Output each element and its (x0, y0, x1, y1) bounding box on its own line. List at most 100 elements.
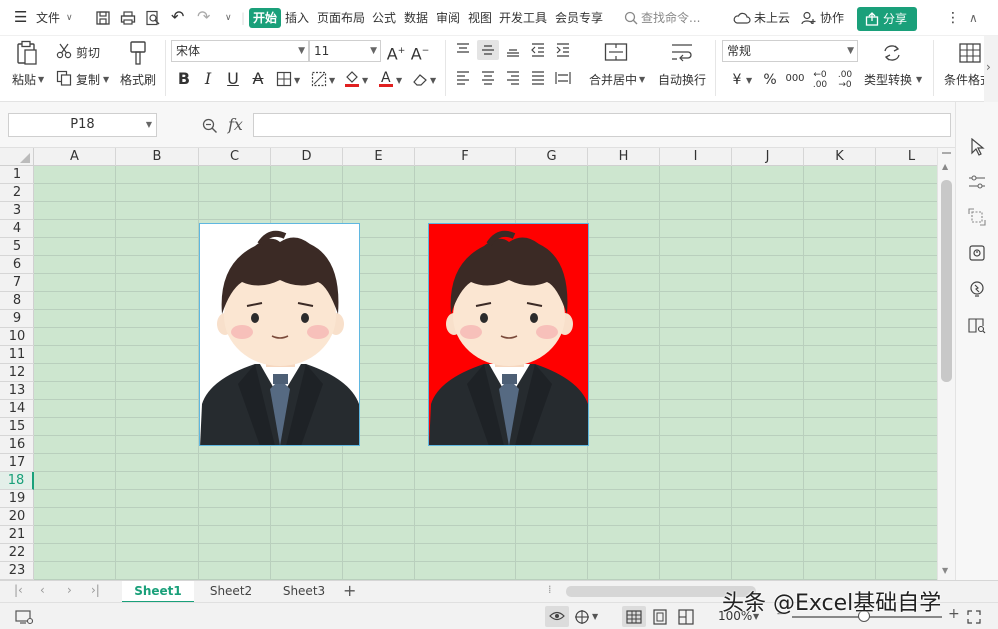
scrollbar-thumb[interactable] (941, 180, 952, 382)
increase-decimal-icon[interactable]: ←0.00 (810, 70, 830, 90)
row-header[interactable]: 7 (0, 274, 34, 292)
row-header[interactable]: 15 (0, 418, 34, 436)
book-search-icon[interactable] (968, 316, 986, 334)
chevron-down-icon[interactable]: ∨ (66, 8, 73, 28)
sheet-tab-sheet1[interactable]: Sheet1 (122, 581, 194, 603)
hamburger-menu-icon[interactable]: ☰ (14, 7, 27, 27)
column-header-i[interactable]: I (660, 148, 732, 166)
transform-icon[interactable] (968, 208, 986, 226)
thousands-separator-icon[interactable]: 000 (785, 69, 805, 89)
tab-home[interactable]: 开始 (249, 8, 282, 28)
decrease-decimal-icon[interactable]: .00 →0 (835, 70, 855, 90)
align-center-icon[interactable] (480, 70, 496, 86)
row-header[interactable]: 12 (0, 364, 34, 382)
print-icon[interactable] (120, 10, 136, 26)
scroll-down-icon[interactable]: ▼ (942, 566, 948, 575)
type-convert-button[interactable]: 类型转换 (864, 71, 912, 88)
formula-input[interactable] (253, 113, 951, 137)
collaborate-icon[interactable] (801, 11, 817, 25)
clear-dropdown-icon[interactable]: ▼ (430, 76, 436, 85)
cloud-status-label[interactable]: 未上云 (754, 8, 790, 28)
italic-icon[interactable]: I (198, 69, 218, 89)
cursor-select-icon[interactable] (969, 138, 985, 156)
row-header[interactable]: 4 (0, 220, 34, 238)
column-header-f[interactable]: F (415, 148, 516, 166)
print-preview-icon[interactable] (145, 10, 161, 26)
format-painter-button[interactable]: 格式刷 (120, 71, 156, 88)
tab-view[interactable]: 视图 (468, 8, 492, 28)
increase-font-icon[interactable]: A+ (386, 41, 406, 64)
name-box[interactable]: P18 ▼ (8, 113, 157, 137)
format-painter-icon[interactable] (128, 40, 148, 66)
paste-icon[interactable] (15, 40, 39, 66)
font-color-icon[interactable]: A (378, 69, 394, 88)
center-view-icon[interactable] (574, 609, 590, 625)
font-size-select[interactable]: 11 ▼ (309, 40, 381, 62)
macro-record-icon[interactable] (15, 609, 33, 625)
row-header[interactable]: 6 (0, 256, 34, 274)
cell-style-icon[interactable] (311, 71, 327, 87)
row-header[interactable]: 2 (0, 184, 34, 202)
fullscreen-icon[interactable] (967, 610, 981, 624)
column-header-d[interactable]: D (271, 148, 343, 166)
column-header-c[interactable]: C (199, 148, 271, 166)
conditional-format-icon[interactable] (958, 42, 982, 64)
prev-sheet-icon[interactable]: ‹ (40, 583, 45, 597)
row-header[interactable]: 13 (0, 382, 34, 400)
wrap-text-icon[interactable] (670, 42, 694, 62)
tab-page-layout[interactable]: 页面布局 (317, 8, 365, 28)
column-header-a[interactable]: A (34, 148, 116, 166)
tab-developer[interactable]: 开发工具 (499, 8, 547, 28)
borders-icon[interactable] (276, 71, 292, 87)
save-icon[interactable] (95, 10, 111, 26)
row-header[interactable]: 16 (0, 436, 34, 454)
vertical-scrollbar[interactable]: ▲ ▼ (937, 148, 955, 580)
font-name-select[interactable]: 宋体 ▼ (171, 40, 309, 62)
currency-icon[interactable]: ¥ (727, 70, 747, 90)
scroll-up-icon[interactable]: ▲ (942, 162, 948, 171)
redo-icon[interactable]: ↷ (197, 7, 210, 27)
insert-function-button[interactable]: fx (228, 115, 243, 134)
collapse-ribbon-icon[interactable]: ∧ (969, 8, 978, 28)
column-header-j[interactable]: J (732, 148, 804, 166)
row-header[interactable]: 11 (0, 346, 34, 364)
percent-icon[interactable]: % (760, 70, 780, 90)
row-header[interactable]: 3 (0, 202, 34, 220)
align-left-icon[interactable] (455, 70, 471, 86)
lightbulb-icon[interactable] (968, 280, 986, 298)
tab-member[interactable]: 会员专享 (555, 8, 603, 28)
undo-icon[interactable]: ↶ (171, 7, 184, 27)
paste-dropdown-icon[interactable]: ▼ (38, 75, 44, 84)
adjust-settings-icon[interactable] (968, 174, 986, 190)
column-header-k[interactable]: K (804, 148, 876, 166)
number-format-select[interactable]: 常规 ▼ (722, 40, 858, 62)
collaborate-label[interactable]: 协作 (820, 8, 844, 28)
currency-dropdown-icon[interactable]: ▼ (746, 76, 752, 85)
tab-split-handle[interactable]: ⁞ (548, 583, 552, 596)
row-header-active[interactable]: 18 (0, 472, 34, 490)
column-header-h[interactable]: H (588, 148, 660, 166)
tab-formulas[interactable]: 公式 (372, 8, 396, 28)
search-icon[interactable] (624, 11, 638, 25)
row-header[interactable]: 21 (0, 526, 34, 544)
row-header[interactable]: 9 (0, 310, 34, 328)
fill-color-icon[interactable] (344, 69, 360, 88)
column-header-g[interactable]: G (516, 148, 588, 166)
paste-button[interactable]: 粘贴 (12, 71, 36, 88)
decrease-indent-icon[interactable] (530, 42, 546, 58)
ribbon-scroll-right[interactable]: › (984, 36, 998, 102)
tab-insert[interactable]: 插入 (285, 8, 309, 28)
next-sheet-icon[interactable]: › (67, 583, 72, 597)
add-sheet-button[interactable]: + (343, 581, 356, 600)
first-sheet-icon[interactable]: |‹ (14, 583, 23, 597)
font-color-dropdown-icon[interactable]: ▼ (396, 76, 402, 85)
more-options-icon[interactable]: ⋮ (946, 8, 960, 28)
type-convert-dropdown-icon[interactable]: ▼ (916, 75, 922, 84)
merge-dropdown-icon[interactable]: ▼ (639, 75, 645, 84)
row-header[interactable]: 8 (0, 292, 34, 310)
command-search-input[interactable]: 查找命令... (641, 8, 700, 28)
align-bottom-icon[interactable] (505, 42, 521, 58)
share-button[interactable]: 分享 (857, 7, 917, 31)
fill-color-dropdown-icon[interactable]: ▼ (362, 76, 368, 85)
quick-access-more-icon[interactable]: ∨ (225, 8, 232, 28)
